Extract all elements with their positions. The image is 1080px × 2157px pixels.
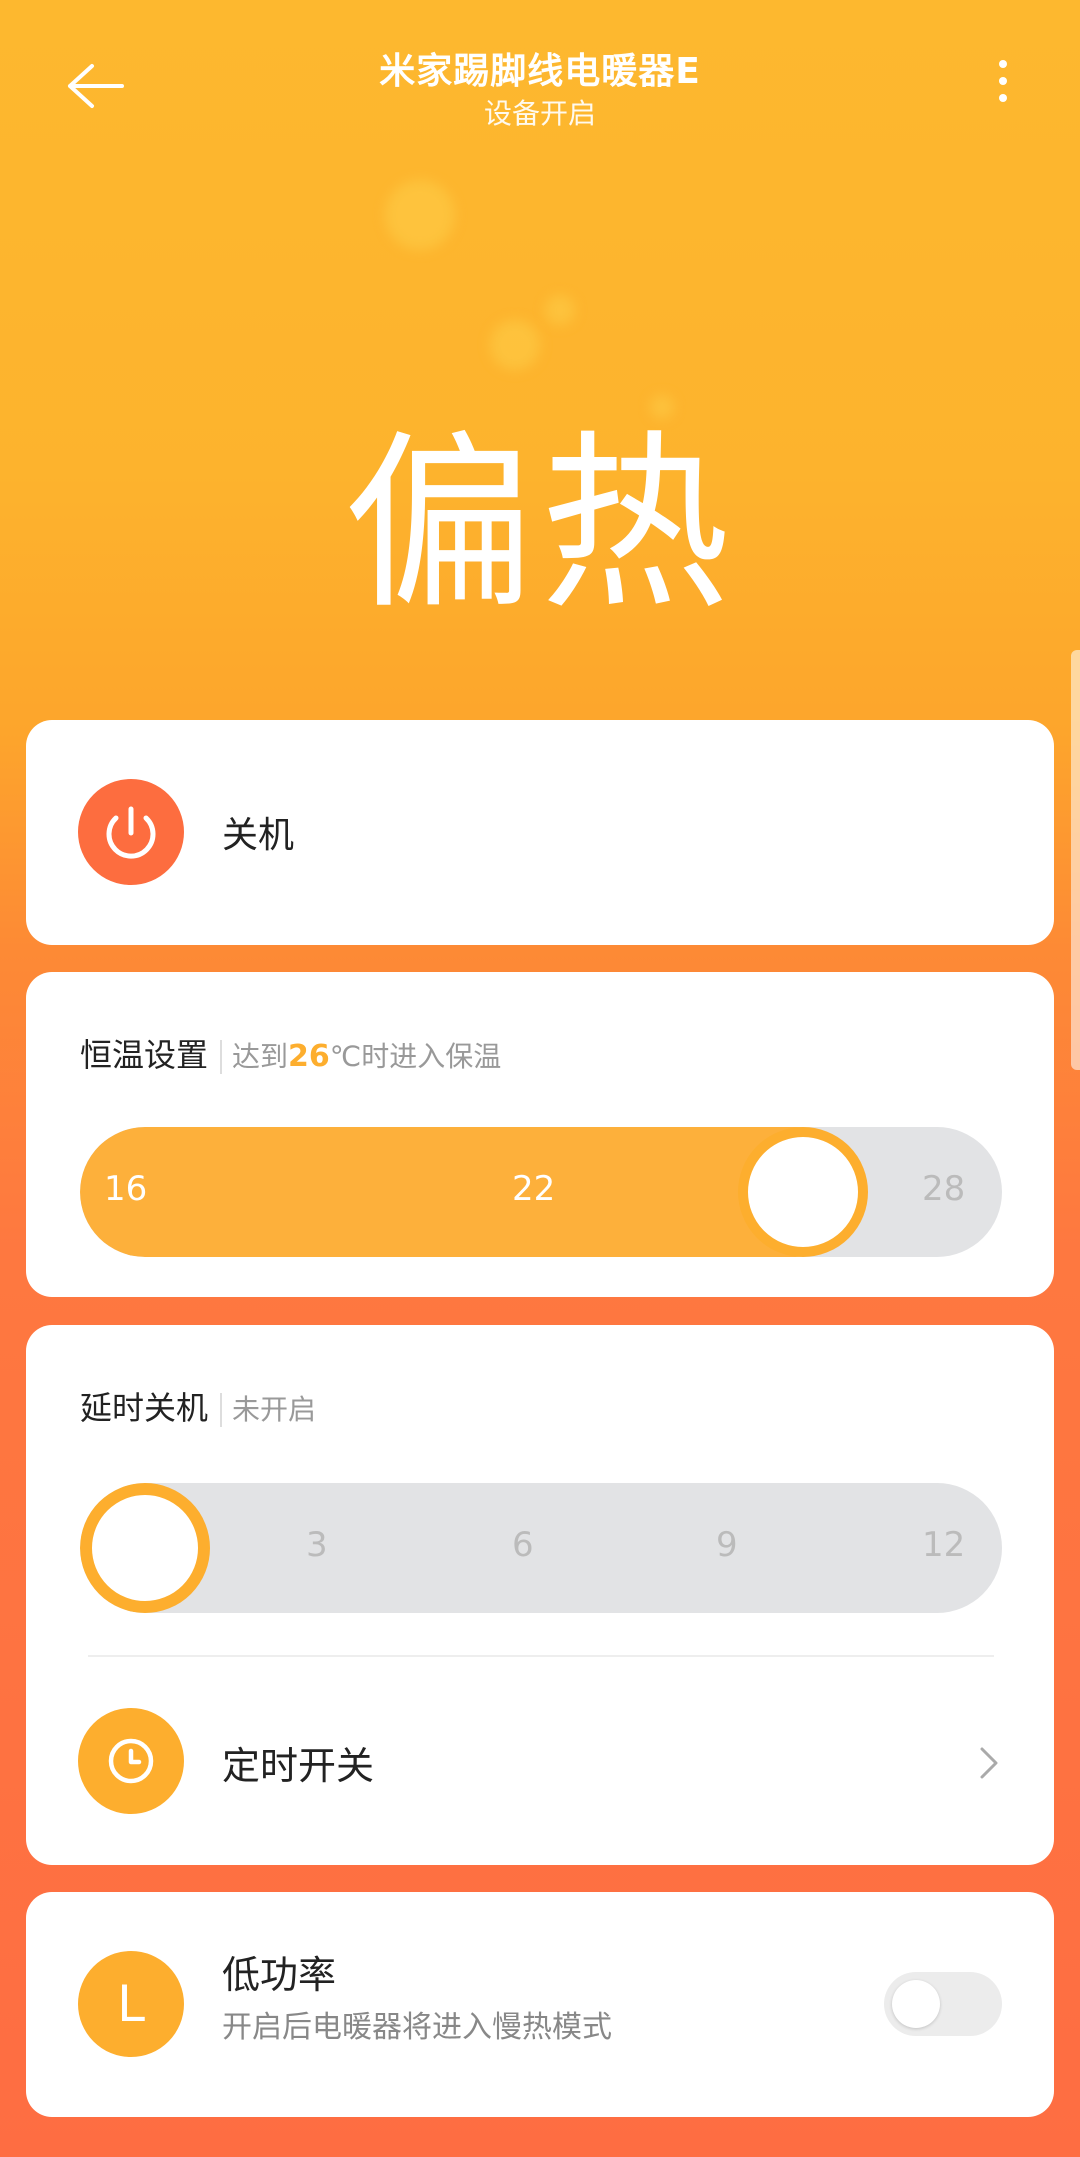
- header-separator: [220, 1040, 223, 1074]
- more-vertical-icon: [988, 60, 1018, 102]
- clock-icon: [108, 1738, 154, 1784]
- timer-icon-badge: [78, 1708, 184, 1814]
- edge-handle[interactable]: [1071, 650, 1080, 1070]
- thermostat-note-prefix: 达到: [232, 1040, 289, 1073]
- background-bokeh: [490, 320, 540, 370]
- thermostat-title: 恒温设置: [80, 1036, 209, 1074]
- temp-tick-28: 28: [922, 1169, 966, 1209]
- power-label: 关机: [222, 815, 295, 856]
- thermostat-header: 恒温设置 达到26℃时进入保温: [80, 1030, 501, 1076]
- power-button[interactable]: [78, 779, 184, 885]
- divider: [88, 1655, 994, 1657]
- thermostat-card: 恒温设置 达到26℃时进入保温 16 22 28: [26, 972, 1054, 1297]
- low-power-card: L 低功率 开启后电暖器将进入慢热模式: [26, 1892, 1054, 2117]
- background-bokeh: [385, 180, 455, 250]
- thermostat-note-suffix: ℃时进入保温: [329, 1040, 502, 1073]
- delay-off-title: 延时关机: [80, 1389, 209, 1427]
- low-power-title: 低功率: [222, 1953, 337, 1997]
- heat-status-text: 偏热: [343, 414, 736, 635]
- top-bar: 米家踢脚线电暖器E 设备开启: [0, 0, 1080, 150]
- low-power-icon: L: [78, 1951, 184, 2057]
- delay-off-status: 未开启: [232, 1393, 317, 1426]
- temperature-slider[interactable]: 16 22 28: [80, 1127, 1002, 1257]
- delay-off-header: 延时关机 未开启: [80, 1383, 316, 1429]
- more-options-button[interactable]: [988, 60, 1018, 112]
- delay-tick-9: 9: [716, 1525, 738, 1565]
- low-power-description: 开启后电暖器将进入慢热模式: [222, 2010, 612, 2045]
- power-icon: [106, 806, 156, 859]
- delay-off-slider[interactable]: 3 6 9 12: [80, 1483, 1002, 1613]
- temp-tick-22: 22: [512, 1169, 556, 1209]
- delay-off-card: 延时关机 未开启 3 6 9 12 定时开关: [26, 1325, 1054, 1865]
- delay-tick-3: 3: [306, 1525, 328, 1565]
- device-status-subtitle: 设备开启: [483, 97, 596, 130]
- header-separator: [220, 1393, 223, 1427]
- delay-tick-6: 6: [512, 1525, 534, 1565]
- delay-tick-12: 12: [922, 1525, 966, 1565]
- timer-label: 定时开关: [222, 1744, 375, 1788]
- timer-chevron: [974, 1743, 1004, 1783]
- thermostat-target-value: 26: [288, 1039, 330, 1074]
- device-title: 米家踢脚线电暖器E: [379, 51, 701, 92]
- power-card[interactable]: 关机: [26, 720, 1054, 945]
- delay-off-slider-knob[interactable]: [80, 1483, 210, 1613]
- background-bokeh: [545, 295, 575, 325]
- temperature-slider-knob[interactable]: [738, 1127, 868, 1257]
- chevron-right-icon: [980, 1747, 998, 1779]
- low-power-toggle[interactable]: [884, 1972, 1002, 2036]
- toggle-knob: [892, 1980, 940, 2028]
- temp-tick-16: 16: [104, 1169, 148, 1209]
